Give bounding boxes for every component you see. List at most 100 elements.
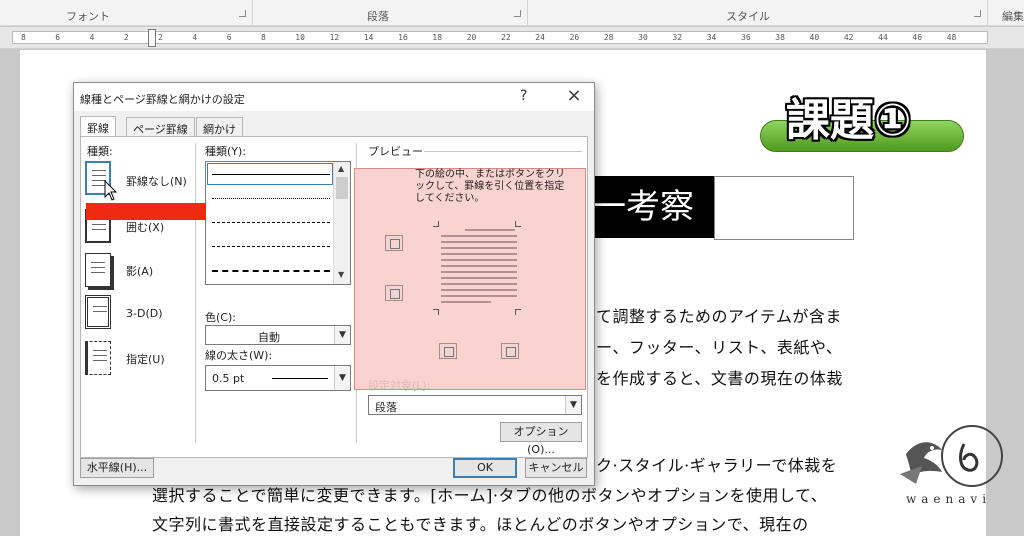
line-style-dashed[interactable] (212, 246, 330, 247)
preview-text-line (441, 283, 517, 285)
task-badge: 課題① (786, 95, 912, 146)
crop-mark (433, 221, 439, 227)
line-style-list[interactable]: ▲ ▼ (205, 161, 351, 285)
middle-border-icon[interactable] (385, 285, 403, 301)
chevron-down-icon[interactable]: ▼ (565, 396, 581, 414)
ruler-tick-label: 28 (603, 33, 614, 42)
help-icon[interactable]: ? (520, 88, 527, 104)
document-title: 一考察 (578, 176, 714, 238)
shadow-border-icon[interactable] (85, 253, 111, 287)
custom-border-icon[interactable] (85, 341, 111, 375)
options-button[interactable]: オプション(O)... (500, 422, 582, 456)
line-style-dash-dot[interactable] (212, 270, 330, 272)
ruler-tick-label: 18 (432, 33, 443, 42)
preview-text-line (441, 271, 517, 273)
logo-text: waenavi (906, 492, 992, 506)
preview-text-line (441, 259, 517, 261)
scroll-thumb[interactable] (336, 177, 348, 199)
ribbon-group-editing-label: 編集 (1002, 10, 1024, 23)
ruler-tick-label: 12 (329, 33, 340, 42)
setting-box-label[interactable]: 囲む(X) (126, 219, 164, 235)
ruler-tick-label: 48 (946, 33, 957, 42)
setting-3d-label[interactable]: 3-D(D) (126, 307, 163, 320)
width-combo[interactable]: 0.5 pt ▼ (205, 365, 351, 391)
preview-text-line (441, 289, 517, 291)
ruler-tick-label: 2 (123, 33, 129, 42)
ribbon-group-styles[interactable]: スタイル (528, 0, 988, 26)
right-border-icon[interactable] (501, 343, 519, 359)
ribbon-group-paragraph[interactable]: 段落 (253, 0, 528, 26)
preview-text-line (441, 247, 517, 249)
ribbon-group-editing[interactable]: 編集 (988, 0, 1024, 26)
preview-highlight[interactable]: 下の絵の中、またはボタンをクリックして、罫線を引く位置を指定してください。 (354, 168, 586, 390)
dialog-title: 線種とページ罫線と網かけの設定 (80, 93, 245, 106)
body-line-3: を作成すると、文書の現在の体裁 (596, 369, 843, 388)
preview-text-line (441, 253, 517, 255)
scroll-down-icon[interactable]: ▼ (338, 270, 344, 279)
ruler-tick-label: 32 (672, 33, 683, 42)
preview-rule (424, 151, 582, 152)
line-style-dotted[interactable] (212, 198, 330, 199)
apply-to-combo[interactable]: 段落 ▼ (368, 395, 582, 415)
3d-border-icon[interactable] (85, 295, 111, 329)
ruler-tick-label: 40 (809, 33, 820, 42)
ruler-tick-label: 46 (912, 33, 923, 42)
dialog-launcher-icon[interactable] (514, 10, 521, 17)
chevron-down-icon[interactable]: ▼ (334, 366, 350, 390)
ruler-tick-label: 14 (363, 33, 374, 42)
dialog-titlebar[interactable]: 線種とページ罫線と網かけの設定 ? × (74, 83, 594, 111)
setting-none-label[interactable]: 罫線なし(N) (126, 173, 187, 189)
tab-shading[interactable]: 網かけ (196, 117, 243, 137)
dialog-launcher-icon[interactable] (974, 10, 981, 17)
ribbon-group-paragraph-label: 段落 (367, 10, 389, 23)
style-label: 種類(Y): (205, 145, 247, 158)
tab-borders[interactable]: 罫線 (80, 116, 116, 138)
left-border-icon[interactable] (439, 343, 457, 359)
ok-button[interactable]: OK (453, 458, 517, 478)
horizontal-line-button[interactable]: 水平線(H)... (80, 458, 154, 478)
ruler-tick-label: 44 (878, 33, 888, 42)
dialog-launcher-icon[interactable] (239, 10, 246, 17)
setting-shadow-label[interactable]: 影(A) (126, 263, 153, 279)
cancel-button[interactable]: キャンセル (525, 458, 587, 478)
ruler-tick-label: 38 (775, 33, 785, 42)
ruler-tick-label: 24 (535, 33, 545, 42)
ruler-tick-label: 8 (261, 33, 266, 42)
setting-custom-label[interactable]: 指定(U) (126, 351, 165, 367)
preview-text-line (441, 235, 517, 237)
line-style-solid[interactable] (212, 174, 330, 175)
body-line-6: 文字列に書式を直接設定することもできます。ほとんどのボタンやオプションで、現在の (152, 515, 809, 534)
ribbon-group-font[interactable]: フォント (0, 0, 253, 26)
preview-text-line (441, 265, 517, 267)
ribbon-group-font-label: フォント (66, 10, 110, 23)
ruler-tick-label: 2 (158, 33, 163, 42)
ruler-tick-label: 36 (741, 33, 751, 42)
scroll-up-icon[interactable]: ▲ (338, 164, 344, 173)
tab-page-border[interactable]: ページ罫線 (126, 117, 195, 137)
ruler-tick-label: 30 (638, 33, 648, 42)
line-style-dashed-small[interactable] (212, 222, 330, 223)
preview-text-line (441, 277, 517, 279)
line-style-scrollbar[interactable]: ▲ ▼ (333, 162, 350, 284)
top-border-icon[interactable] (385, 235, 403, 251)
crop-mark (433, 309, 439, 315)
color-combo[interactable]: 自動 ▼ (205, 325, 351, 345)
close-icon[interactable]: × (562, 85, 586, 106)
body-line-1: て調整するためのアイテムが含ま (596, 307, 842, 326)
preview-text-line (441, 301, 491, 303)
chevron-down-icon[interactable]: ▼ (334, 326, 350, 344)
width-label: 線の太さ(W): (205, 349, 273, 362)
ruler-track: 8 6 4 2 2 4 6 8 10 12 14 16 18 20 22 24 26 28 30 32 34 36 38 40… (12, 31, 988, 44)
title-frame (714, 176, 854, 240)
ruler-tick-label: 4 (192, 33, 198, 42)
ribbon-group-strip: フォント 段落 スタイル 編集 (0, 0, 1024, 26)
indent-marker[interactable] (148, 29, 156, 47)
crop-mark (515, 221, 521, 227)
apply-to-value: 段落 (375, 401, 397, 414)
ruler-tick-label: 16 (398, 33, 408, 42)
body-line-2: ー、フッター、リスト、表紙や、 (596, 338, 843, 357)
preview-label: プレビュー (368, 145, 423, 158)
ruler-tick-label: 26 (569, 33, 580, 42)
ruler-tick-label: 34 (706, 33, 717, 42)
width-value: 0.5 pt (212, 372, 245, 385)
